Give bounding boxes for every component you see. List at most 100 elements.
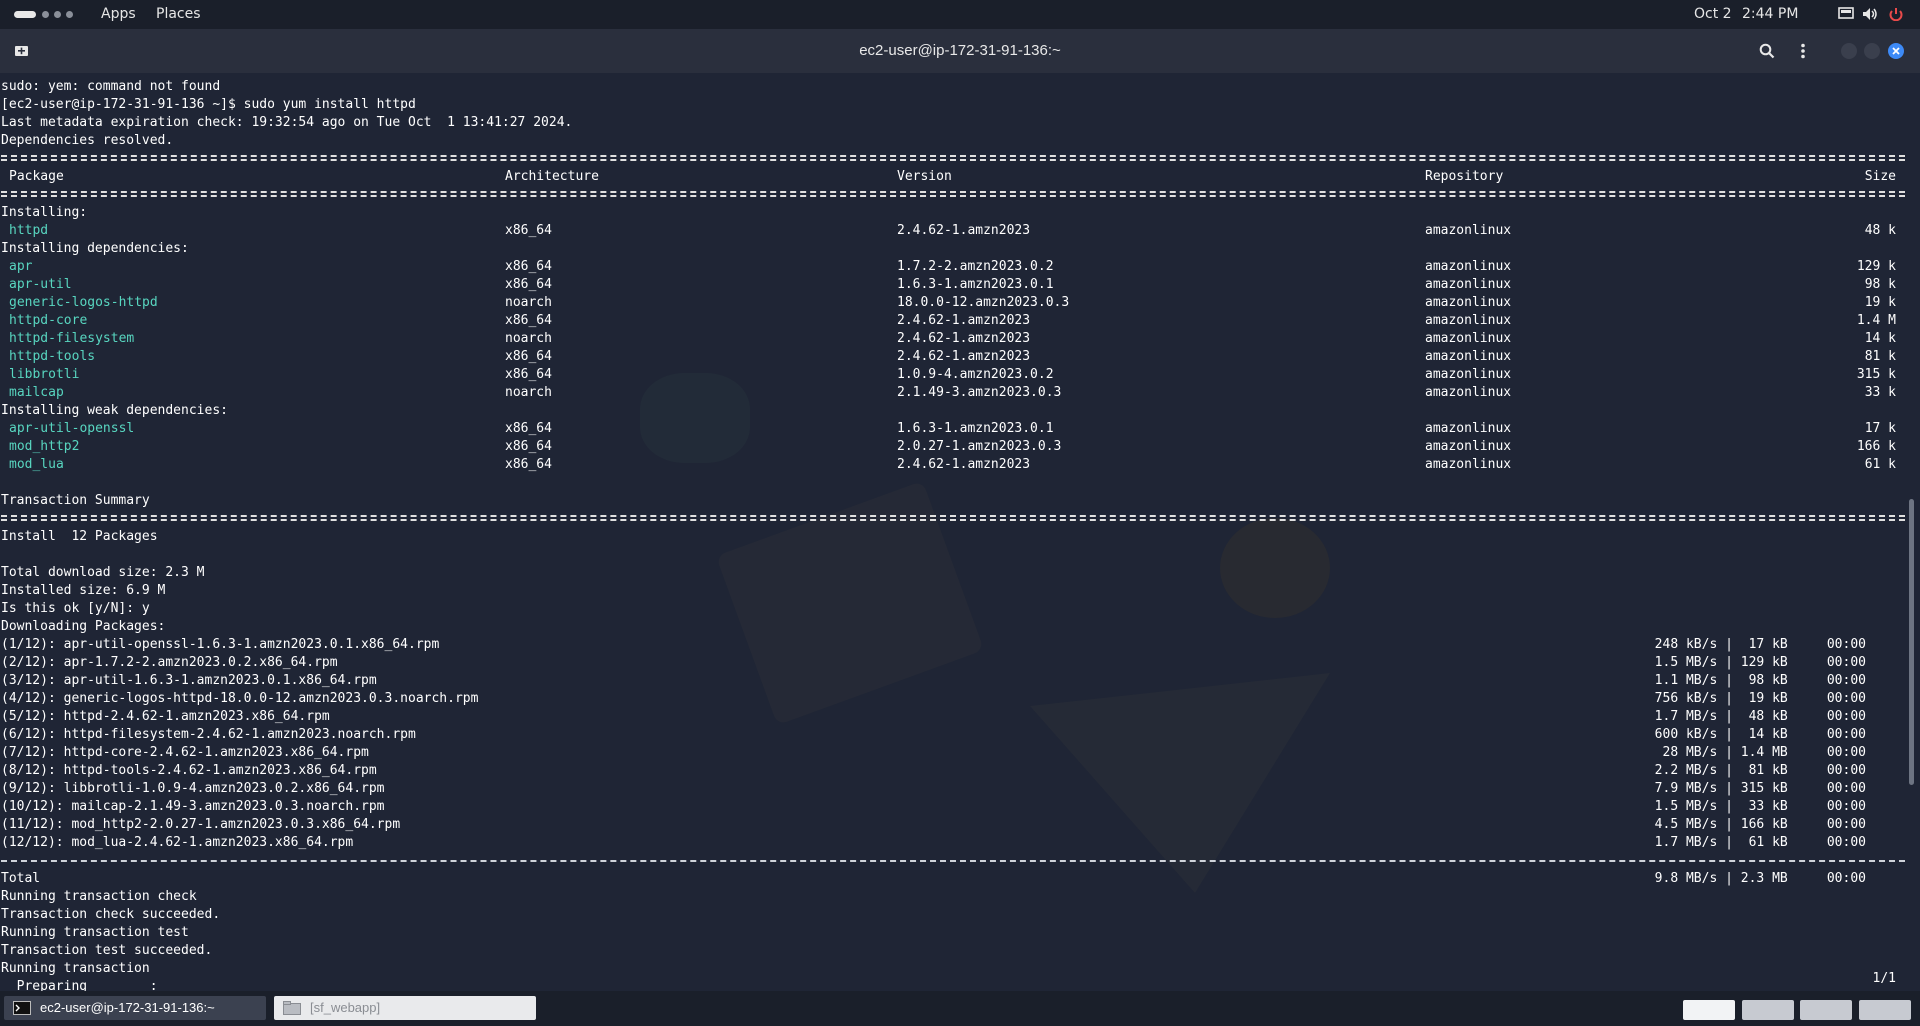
minimize-button[interactable] <box>1841 43 1857 59</box>
terminal-line: Running transaction test <box>1 925 189 940</box>
download-stats: 1.7 MB/s | 48 kB 00:00 <box>1654 709 1866 724</box>
download-stats: 4.5 MB/s | 166 kB 00:00 <box>1654 817 1866 832</box>
terminal-line: [ec2-user@ip-172-31-91-136 ~]$ sudo yum … <box>1 97 416 112</box>
package-arch: x86_64 <box>505 367 552 382</box>
package-repo: amazonlinux <box>1425 259 1512 274</box>
download-stats: 756 kB/s | 19 kB 00:00 <box>1654 691 1866 706</box>
package-arch: x86_64 <box>505 349 552 364</box>
workspace-4[interactable] <box>1859 1000 1911 1020</box>
folder-icon <box>283 1001 301 1015</box>
download-file: (3/12): apr-util-1.6.3-1.amzn2023.0.1.x8… <box>1 673 377 688</box>
package-version: 1.6.3-1.amzn2023.0.1 <box>897 421 1054 436</box>
package-version: 2.4.62-1.amzn2023 <box>897 223 1031 238</box>
package-size: 98 k <box>1864 277 1896 292</box>
package-name: httpd <box>9 223 49 238</box>
package-version: 2.4.62-1.amzn2023 <box>897 349 1031 364</box>
package-arch: x86_64 <box>505 313 552 328</box>
maximize-button[interactable] <box>1864 43 1880 59</box>
download-stats: 600 kB/s | 14 kB 00:00 <box>1654 727 1866 742</box>
package-repo: amazonlinux <box>1425 277 1512 292</box>
package-size: 315 k <box>1856 367 1896 382</box>
package-size: 19 k <box>1864 295 1896 310</box>
wallpaper-shape <box>1220 518 1330 618</box>
terminal-headerbar: ec2-user@ip-172-31-91-136:~ <box>0 29 1920 73</box>
separator-line <box>1 191 1905 197</box>
package-version: 1.6.3-1.amzn2023.0.1 <box>897 277 1054 292</box>
taskbar-files-task[interactable]: [sf_webapp] <box>274 996 536 1020</box>
package-arch: x86_64 <box>505 259 552 274</box>
total-stats: 9.8 MB/s | 2.3 MB 00:00 <box>1654 871 1866 886</box>
power-icon[interactable] <box>1888 7 1904 21</box>
apps-menu[interactable]: Apps <box>101 6 136 22</box>
table-header: Size <box>1864 169 1896 184</box>
download-file: (2/12): apr-1.7.2-2.amzn2023.0.2.x86_64.… <box>1 655 338 670</box>
package-repo: amazonlinux <box>1425 331 1512 346</box>
table-header: Repository <box>1425 169 1504 184</box>
package-arch: x86_64 <box>505 439 552 454</box>
package-name: mod_lua <box>9 457 64 472</box>
package-size: 81 k <box>1864 349 1896 364</box>
package-name: mod_http2 <box>9 439 80 454</box>
package-arch: noarch <box>505 331 552 346</box>
workspace-2[interactable] <box>1742 1000 1794 1020</box>
download-stats: 2.2 MB/s | 81 kB 00:00 <box>1654 763 1866 778</box>
package-repo: amazonlinux <box>1425 313 1512 328</box>
terminal-line: Running transaction <box>1 961 150 976</box>
transaction-summary: Transaction Summary <box>1 493 150 508</box>
date-label[interactable]: Oct 2 <box>1694 6 1732 22</box>
download-file: (7/12): httpd-core-2.4.62-1.amzn2023.x86… <box>1 745 369 760</box>
package-version: 2.1.49-3.amzn2023.0.3 <box>897 385 1062 400</box>
terminal-line: Last metadata expiration check: 19:32:54… <box>1 115 573 130</box>
package-size: 129 k <box>1856 259 1896 274</box>
terminal-output[interactable]: sudo: yem: command not found [ec2-user@ip… <box>0 73 1920 991</box>
terminal-line: Transaction check succeeded. <box>1 907 221 922</box>
package-repo: amazonlinux <box>1425 295 1512 310</box>
clock-label[interactable]: 2:44 PM <box>1742 6 1798 22</box>
package-version: 2.4.62-1.amzn2023 <box>897 457 1031 472</box>
download-file: (9/12): libbrotli-1.0.9-4.amzn2023.0.2.x… <box>1 781 385 796</box>
package-arch: noarch <box>505 385 552 400</box>
package-name: libbrotli <box>9 367 80 382</box>
taskbar-terminal-task[interactable]: ec2-user@ip-172-31-91-136:~ <box>4 996 266 1020</box>
terminal-line: Transaction test succeeded. <box>1 943 213 958</box>
package-name: generic-logos-httpd <box>9 295 158 310</box>
download-file: (11/12): mod_http2-2.0.27-1.amzn2023.0.3… <box>1 817 401 832</box>
close-button[interactable] <box>1888 43 1904 59</box>
download-file: (1/12): apr-util-openssl-1.6.3-1.amzn202… <box>1 637 440 652</box>
menu-kebab-icon[interactable] <box>1799 43 1807 59</box>
display-icon[interactable] <box>1838 7 1854 21</box>
table-header: Version <box>897 169 952 184</box>
package-version: 2.0.27-1.amzn2023.0.3 <box>897 439 1062 454</box>
terminal-line: Preparing : <box>1 979 158 991</box>
package-arch: x86_64 <box>505 457 552 472</box>
separator-line <box>1 860 1905 862</box>
terminal-line: Dependencies resolved. <box>1 133 174 148</box>
workspace-1[interactable] <box>1683 1000 1735 1020</box>
volume-icon[interactable] <box>1862 7 1878 21</box>
group-title: Installing weak dependencies: <box>1 403 228 418</box>
workspace-3[interactable] <box>1800 1000 1852 1020</box>
package-repo: amazonlinux <box>1425 385 1512 400</box>
places-menu[interactable]: Places <box>156 6 201 22</box>
terminal-line: Total download size: 2.3 M <box>1 565 205 580</box>
taskbar-files-label: [sf_webapp] <box>310 1000 381 1015</box>
package-name: mailcap <box>9 385 64 400</box>
package-arch: noarch <box>505 295 552 310</box>
download-file: (5/12): httpd-2.4.62-1.amzn2023.x86_64.r… <box>1 709 330 724</box>
terminal-line: Running transaction check <box>1 889 197 904</box>
search-icon[interactable] <box>1759 43 1775 59</box>
download-stats: 1.5 MB/s | 33 kB 00:00 <box>1654 799 1866 814</box>
top-panel: Apps Places Oct 2 2:44 PM <box>0 0 1920 29</box>
download-file: (6/12): httpd-filesystem-2.4.62-1.amzn20… <box>1 727 416 742</box>
package-size: 166 k <box>1856 439 1896 454</box>
total-label: Total <box>1 871 41 886</box>
package-size: 48 k <box>1864 223 1896 238</box>
download-file: (10/12): mailcap-2.1.49-3.amzn2023.0.3.n… <box>1 799 385 814</box>
download-stats: 28 MB/s | 1.4 MB 00:00 <box>1654 745 1866 760</box>
install-count: Install 12 Packages <box>1 529 158 544</box>
terminal-line: Is this ok [y/N]: y <box>1 601 150 616</box>
preparing-progress: 1/1 <box>1872 971 1896 986</box>
terminal-scrollbar[interactable] <box>1909 499 1914 785</box>
package-repo: amazonlinux <box>1425 223 1512 238</box>
table-header: Package <box>9 169 64 184</box>
